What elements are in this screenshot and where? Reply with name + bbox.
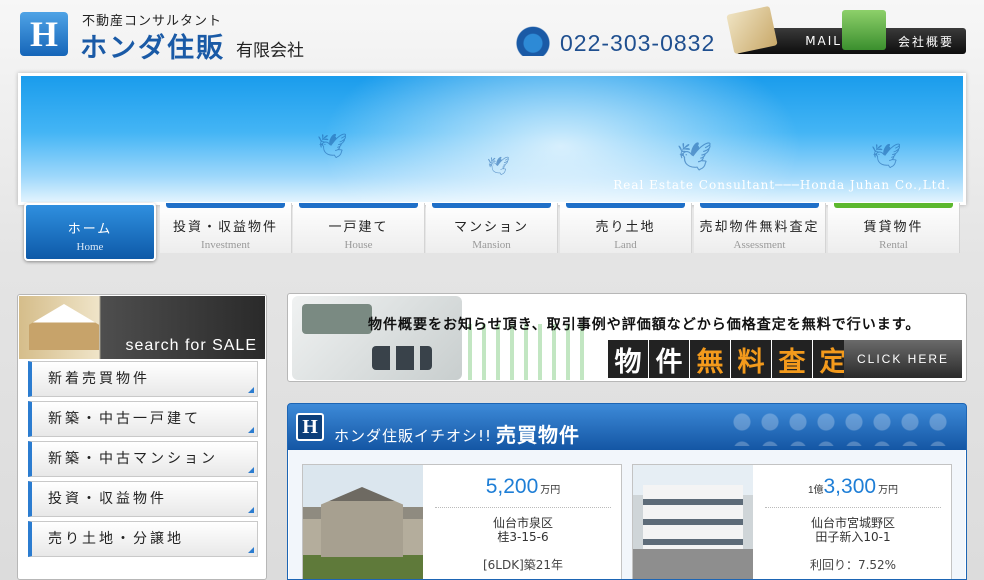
property-info: 5,200 万円 仙台市泉区 桂3-15-6 [6LDK]築21年 [425,465,621,579]
sidebar-heading-banner: search for SALE [19,296,265,359]
property-price: 5,200 万円 [425,475,621,499]
hero-banner: 🕊 🕊 🕊 🕊 Real Estate Consultant───Honda J… [18,73,966,205]
nav-label: 投資・収益物件 [172,220,278,235]
company-name[interactable]: ホンダ住販 [80,26,225,65]
property-card[interactable]: 5,200 万円 仙台市泉区 桂3-15-6 [6LDK]築21年 [302,464,622,579]
nav-rental[interactable]: 賃貸物件 Rental [828,203,960,253]
assessment-title-char: 物 [608,340,648,378]
property-meta: 利回り：7.52% [809,558,897,572]
sale-search-sidebar: search for SALE 新着売買物件 新築・中古一戸建て 新築・中古マン… [17,294,267,580]
assessment-title: 物 件 無 料 査 定 [608,340,854,378]
logo-icon[interactable]: H [20,12,68,56]
nav-color-bar [166,203,285,208]
property-address: 仙台市泉区 桂3-15-6 [425,516,621,544]
sidebar-item-mansions[interactable]: 新築・中古マンション [28,441,258,477]
mail-button[interactable]: MAIL [726,5,854,55]
company-info-button[interactable]: 会社概要 [842,10,966,54]
phone-icon [513,24,553,56]
assessment-title-char: 無 [690,340,730,378]
property-meta: [6LDK]築21年 [482,558,564,572]
property-card[interactable]: 1億3,300 万円 仙台市宮城野区 田子新入10-1 利回り：7.52% [632,464,952,579]
nav-label: ホーム [67,222,113,237]
price-unit: 万円 [878,485,899,496]
bird-icon: 🕊 [677,140,713,173]
featured-properties-section: H ホンダ住販イチオシ!! 売買物件 5,200 万円 仙台市泉区 桂3-15-6 … [287,403,967,580]
nav-sublabel: Home [76,241,104,253]
calculator-icon [292,296,462,380]
price-value: 3,300 [823,475,877,498]
sidebar-list: 新着売買物件 新築・中古一戸建て 新築・中古マンション 投資・収益物件 売り土地… [28,361,258,561]
h-logo-icon: H [296,413,324,441]
sidebar-item-houses[interactable]: 新築・中古一戸建て [28,401,258,437]
sidebar-item-new-listings[interactable]: 新着売買物件 [28,361,258,397]
nav-label: 一戸建て [328,220,389,235]
price-unit: 万円 [540,485,561,496]
assessment-title-char: 料 [731,340,771,378]
nav-investment[interactable]: 投資・収益物件 Investment [160,203,292,253]
company-suffix: 有限会社 [236,41,304,61]
sidebar-item-land[interactable]: 売り土地・分譲地 [28,521,258,557]
hero-caption: Real Estate Consultant───Honda Juhan Co.… [613,178,951,192]
divider [435,507,611,508]
featured-title: ホンダ住販イチオシ!! 売買物件 [334,418,580,447]
nav-color-bar [432,203,551,208]
property-price: 1億3,300 万円 [755,475,951,499]
click-here-button[interactable]: CLICK HERE [844,340,962,378]
phone-number[interactable]: 022-303-0832 [560,30,715,57]
bird-icon: 🕊 [871,142,902,170]
nav-sublabel: Mansion [472,239,511,251]
assessment-title-char: 査 [772,340,812,378]
nav-color-bar [834,203,953,208]
nav-home[interactable]: ホーム Home [24,203,156,261]
divider [765,507,941,508]
nav-assessment[interactable]: 売却物件無料査定 Assessment [694,203,826,253]
featured-title-main: 売買物件 [496,423,581,447]
property-address: 仙台市宮城野区 田子新入10-1 [755,516,951,544]
mail-label: MAIL [805,34,842,48]
price-oku: 1億 [807,485,824,496]
main-nav: ホーム Home 投資・収益物件 Investment 一戸建て House マ… [0,203,984,261]
nav-label: 売り土地 [595,220,656,235]
nav-color-bar [700,203,819,208]
nav-mansion[interactable]: マンション Mansion [426,203,558,253]
property-info: 1億3,300 万円 仙台市宮城野区 田子新入10-1 利回り：7.52% [755,465,951,579]
address-line: 仙台市泉区 [492,516,553,530]
nav-land[interactable]: 売り土地 Land [560,203,692,253]
address-line: 仙台市宮城野区 [810,516,895,530]
nav-label: マンション [453,220,529,235]
company-info-label: 会社概要 [897,34,954,49]
site-header: H 不動産コンサルタント ホンダ住販 有限会社 022-303-0832 MAI… [0,0,984,72]
nav-sublabel: Rental [879,239,908,251]
address-line: 田子新入10-1 [815,530,891,544]
books-icon [842,10,886,50]
bird-icon: 🕊 [487,156,510,177]
envelope-icon [726,5,778,55]
free-assessment-banner[interactable]: 物件概要をお知らせ頂き、取引事例や評価額などから価格査定を無料で行います。 物 … [287,293,967,382]
assessment-description: 物件概要をお知らせ頂き、取引事例や評価額などから価格査定を無料で行います。 [368,317,921,333]
nav-label: 賃貸物件 [863,220,924,235]
bird-icon: 🕊 [317,132,348,160]
property-photo[interactable] [303,465,423,579]
nav-sublabel: Assessment [733,239,786,251]
nav-color-bar [566,203,685,208]
featured-header: H ホンダ住販イチオシ!! 売買物件 [288,404,966,450]
assessment-title-char: 件 [649,340,689,378]
nav-sublabel: Investment [201,239,250,251]
sidebar-item-investment[interactable]: 投資・収益物件 [28,481,258,517]
nav-house[interactable]: 一戸建て House [293,203,425,253]
property-photo[interactable] [633,465,753,579]
nav-color-bar [299,203,418,208]
property-cards: 5,200 万円 仙台市泉区 桂3-15-6 [6LDK]築21年 1億3,300… [289,450,965,579]
featured-title-prefix: ホンダ住販イチオシ!! [334,427,493,445]
nav-label: 売却物件無料査定 [699,220,820,235]
address-line: 桂3-15-6 [497,530,549,544]
nav-sublabel: Land [614,239,637,251]
price-value: 5,200 [485,475,539,498]
nav-sublabel: House [344,239,373,251]
sidebar-heading: search for SALE [125,337,257,354]
